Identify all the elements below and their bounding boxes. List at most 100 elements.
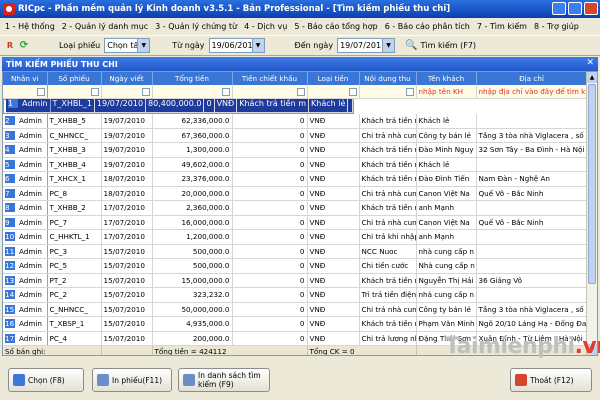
filter-cell[interactable] (47, 85, 102, 99)
cell-total: 23,376,000.0 (152, 171, 233, 187)
col-header-discount[interactable]: Tiền chiết khấu (232, 72, 308, 85)
cell-staff: 7 Admin (3, 186, 48, 201)
table-row[interactable]: 14 Admin PC_2 15/07/2010 323,232.0 0 VNĐ Trì tr… (3, 287, 588, 303)
filter-cell[interactable] (307, 85, 360, 99)
exit-icon (515, 374, 527, 386)
col-header-customer[interactable]: Tên khách (416, 72, 477, 85)
cell-currency: VNĐ (307, 142, 360, 158)
cell-voucher-no: T_XHBB_2 (47, 200, 102, 216)
table-row[interactable]: 8 Admin T_XHBB_2 17/07/2010 2,360,000.0 0 VNĐ K… (3, 200, 588, 216)
table-row[interactable]: 11 Admin PC_3 15/07/2010 500,000.0 0 VNĐ NCC Nu… (3, 244, 588, 259)
menu-item-analysis-reports[interactable]: 6 - Báo cáo phân tích (385, 22, 470, 31)
from-date-field[interactable]: 19/06/201 ▼ (208, 38, 265, 53)
print-list-button[interactable]: In danh sách tìm kiếm (F9) (178, 368, 270, 392)
table-row[interactable]: 12 Admin PC_5 15/07/2010 500,000.0 0 VNĐ Chi ti… (3, 258, 588, 274)
address-filter-input[interactable]: nhập địa chỉ vào đây để tìm kiếm (476, 85, 588, 99)
table-header-row: Nhân vi Số phiếu Ngày viết Tổng tiền Tiề… (3, 72, 588, 85)
ric-logo-icon[interactable]: R (3, 39, 17, 53)
cell-currency: VNĐ (307, 302, 360, 317)
row-number: 2 (5, 116, 15, 125)
menu-item-help[interactable]: 8 - Trợ giúp (534, 22, 579, 31)
filter-row: nhập tên KH nhập địa chỉ vào đây để tìm … (3, 85, 588, 99)
table-row[interactable]: 5 Admin T_XHBB_4 19/07/2010 49,602,000.0 0 VNĐ… (3, 157, 588, 172)
cell-customer: anh Mạnh (416, 229, 477, 245)
cell-currency: VNĐ (307, 258, 360, 274)
voucher-type-select[interactable]: Chọn tất ▼ (104, 38, 151, 53)
search-button[interactable]: 🔍 Tìm kiếm (F7) (405, 40, 476, 51)
menu-item-catalog[interactable]: 2 - Quản lý danh mục (62, 22, 148, 31)
menu-item-search[interactable]: 7 - Tìm kiếm (477, 22, 527, 31)
to-date-field[interactable]: 19/07/201 ▼ (337, 38, 396, 53)
col-header-voucher-no[interactable]: Số phiếu (47, 72, 102, 85)
exit-button[interactable]: Thoát (F12) (510, 368, 592, 392)
col-header-address[interactable]: Địa chỉ (476, 72, 588, 85)
minimize-icon[interactable] (552, 2, 566, 15)
table-row[interactable]: 9 Admin PC_7 17/07/2010 16,000,000.0 0 VNĐ Chi … (3, 215, 588, 230)
customer-filter-input[interactable]: nhập tên KH (416, 85, 477, 99)
to-date-value: 19/07/201 (340, 41, 382, 50)
col-header-currency[interactable]: Loại tiền (307, 72, 360, 85)
total-amount-label: Tổng tiền = 424112 (152, 345, 308, 355)
cell-staff: Admin (19, 304, 42, 314)
close-icon[interactable] (584, 2, 598, 15)
cell-voucher-no: PT_2 (47, 273, 102, 288)
cell-customer: Đào Đình Tiến (416, 171, 477, 187)
cell-content: Trì trả tiền điện (359, 287, 417, 303)
cell-content: Khách trả tiền m (359, 157, 417, 172)
cell-address: 36 Giảng Võ (476, 273, 588, 288)
cell-total: 500,000.0 (152, 258, 233, 274)
maximize-icon[interactable] (568, 2, 582, 15)
filter-cell[interactable] (3, 85, 48, 99)
col-header-total[interactable]: Tổng tiền (152, 72, 233, 85)
cell-voucher-no: T_XHBL_1 (50, 98, 95, 114)
table-row[interactable]: 7 Admin PC_8 18/07/2010 20,000,000.0 0 VNĐ Chi … (3, 186, 588, 201)
filter-cell[interactable] (152, 85, 233, 99)
cell-address (476, 229, 588, 245)
scroll-up-icon[interactable]: ▲ (587, 72, 597, 83)
table-row[interactable]: 16 Admin T_XBSP_1 15/07/2010 4,935,000.0 0 VNĐ… (3, 316, 588, 332)
cell-date: 17/07/2010 (101, 200, 153, 216)
filter-cell[interactable] (359, 85, 417, 99)
table-row[interactable]: 6 Admin T_XHCX_1 18/07/2010 23,376,000.0 0 VNĐ… (3, 171, 588, 187)
cell-staff: 8 Admin (3, 200, 48, 216)
cell-currency: VNĐ (307, 273, 360, 288)
row-number: 6 (5, 174, 15, 184)
vertical-scrollbar[interactable]: ▲ ▼ (586, 72, 597, 355)
cell-address: Nam Đàn - Nghệ An (476, 171, 588, 187)
table-row[interactable]: 1 Admin T_XHBL_1 19/07/2010 80,400,000.0 0 VNĐ… (3, 98, 355, 114)
printer-icon (183, 374, 195, 386)
table-row[interactable]: 4 Admin T_XHBB_3 19/07/2010 1,300,000.0 0 VNĐ K… (3, 142, 588, 158)
print-button[interactable]: In phiếu(F11) (92, 368, 172, 392)
col-header-staff[interactable]: Nhân vi (3, 72, 48, 85)
scrollbar-thumb[interactable] (588, 84, 596, 284)
panel-close-icon[interactable]: ✕ (586, 58, 594, 68)
table-row[interactable]: 2 Admin T_XHBB_5 19/07/2010 62,336,000.0 0 VNĐ… (3, 113, 588, 129)
binoculars-icon: 🔍 (405, 40, 418, 51)
table-row[interactable]: 10 Admin C_HHKTL_1 17/07/2010 1,200,000.0 0 VN… (3, 229, 588, 245)
cell-voucher-no: PC_7 (47, 215, 102, 230)
filter-cell[interactable] (101, 85, 153, 99)
cell-discount: 0 (232, 273, 308, 288)
table-row[interactable]: 13 Admin PT_2 15/07/2010 15,000,000.0 0 VNĐ Khá… (3, 273, 588, 288)
col-header-content[interactable]: Nội dung thu (359, 72, 417, 85)
table-row[interactable]: 3 Admin C_NHNCC_ 19/07/2010 67,360,000.0 0 VNĐ… (3, 128, 588, 143)
chevron-down-icon: ▼ (137, 39, 150, 52)
cell-address: 32 Sơn Tây - Ba Đình - Hà Nội (476, 142, 588, 158)
menu-item-vouchers[interactable]: 3 - Quản lý chứng từ (155, 22, 237, 31)
cell-total: 2,360,000.0 (152, 200, 233, 216)
menu-item-summary-reports[interactable]: 5 - Báo cáo tổng hợp (294, 22, 377, 31)
row-number: 9 (5, 217, 15, 227)
col-header-date[interactable]: Ngày viết (101, 72, 153, 85)
cell-content: Khách trả tiền m (237, 98, 310, 114)
cell-currency: VNĐ (307, 157, 360, 172)
cell-total: 49,602,000.0 (152, 157, 233, 172)
refresh-icon[interactable]: ⟳ (17, 39, 31, 53)
filter-cell[interactable] (232, 85, 308, 99)
cell-date: 19/07/2010 (101, 157, 153, 172)
cell-voucher-no: T_XBSP_1 (47, 316, 102, 332)
choose-button[interactable]: Chọn (F8) (8, 368, 84, 392)
table-row[interactable]: 15 Admin C_NHNCC_ 15/07/2010 50,000,000.0 0 VN… (3, 302, 588, 317)
watermark-text: Taimienphi (445, 334, 575, 359)
menu-item-system[interactable]: 1 - Hệ thống (5, 22, 55, 31)
menu-item-services[interactable]: 4 - Dịch vụ (244, 22, 287, 31)
